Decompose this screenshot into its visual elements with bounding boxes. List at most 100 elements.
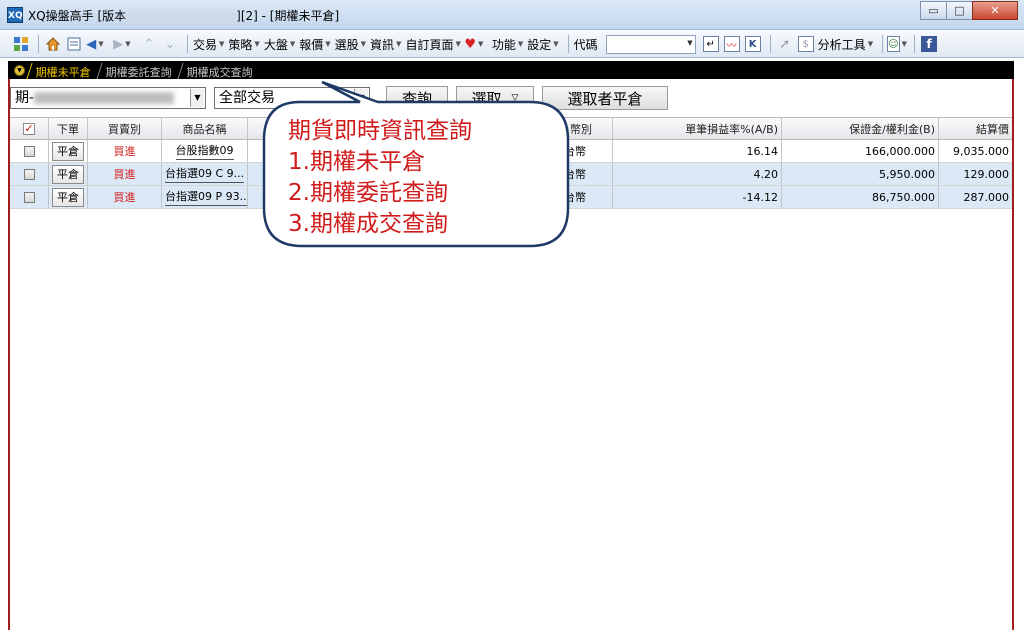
menu-label: 分析工具 <box>817 37 866 52</box>
account-select[interactable]: 期- ▼ <box>10 87 206 109</box>
tab-open-positions[interactable]: 期權未平倉 <box>26 63 102 79</box>
col-margin[interactable]: 保證金/權利金(B) <box>782 118 939 139</box>
minimize-button[interactable]: ▭ <box>920 1 947 20</box>
close-position-button[interactable]: 平倉 <box>52 164 84 184</box>
tab-label: 期權委託查詢 <box>105 66 172 79</box>
menu-label: 策略 <box>228 37 253 52</box>
menu-function[interactable]: 功能 ▼ <box>492 36 523 53</box>
checkmark-icon: ✓ <box>23 121 35 135</box>
ratio-cell: 4.20 <box>613 163 782 185</box>
product-name: 台指選09 C 9... <box>165 165 245 183</box>
callout-item: 1.期權未平倉 <box>288 149 425 175</box>
window-controls: ▭ □ ✕ <box>920 1 1018 21</box>
chevron-down-icon[interactable]: ▼ <box>687 39 692 47</box>
toolbar-separator <box>769 35 771 53</box>
chart-icon[interactable]: 〰 <box>723 35 741 53</box>
chevron-down-icon: ▼ <box>455 40 461 48</box>
cursor-icon[interactable]: ➚ <box>776 35 794 53</box>
triangle-down-icon: ▽ <box>511 93 519 103</box>
product-name: 台股指數09 <box>175 142 234 160</box>
app-logo-icon: XQ <box>7 7 23 23</box>
menu-label: 資訊 <box>370 37 395 52</box>
enter-icon[interactable]: ↵ <box>702 35 720 53</box>
select-button[interactable]: 選取 ▽ <box>456 86 534 110</box>
col-order[interactable]: 下單 <box>49 118 88 139</box>
col-settle[interactable]: 結算價 <box>939 118 1012 139</box>
account-prefix: 期- <box>15 90 35 106</box>
facebook-icon[interactable]: f <box>920 35 938 53</box>
chevron-down-icon: ▼ <box>289 40 296 48</box>
toolbar-separator <box>914 35 916 53</box>
forward-arrow-icon[interactable]: ▶ ▼ <box>113 35 131 53</box>
menu-quote[interactable]: 報價 ▼ <box>299 36 330 53</box>
menu-trade[interactable]: 交易 ▼ <box>193 36 224 53</box>
scroll-down-icon[interactable]: ⌄ <box>161 35 179 53</box>
product-cell: 台指選09 P 93... <box>162 186 248 208</box>
menu-label: 選股 <box>334 37 359 52</box>
scroll-up-icon[interactable]: ⌃ <box>140 35 158 53</box>
col-currency[interactable]: 幣別 <box>550 118 613 139</box>
menu-market[interactable]: 大盤 ▼ <box>264 36 295 53</box>
tab-order-query[interactable]: 期權委託查詢 <box>96 63 183 79</box>
k-line-icon[interactable]: K <box>744 35 762 53</box>
select-button-label: 選取 <box>471 89 502 108</box>
dollar-icon[interactable]: $ <box>797 35 815 53</box>
back-arrow-icon[interactable]: ◀ ▼ <box>86 35 104 53</box>
menu-analysis-tools[interactable]: 分析工具 ▼ <box>818 36 873 53</box>
chevron-down-icon: ▼ <box>553 40 559 48</box>
chevron-down-icon[interactable]: ▼ <box>354 89 368 107</box>
select-all-checkbox[interactable]: ✓ <box>10 118 49 139</box>
callout-item: 3.期權成交查詢 <box>288 211 448 237</box>
col-product[interactable]: 商品名稱 <box>162 118 248 139</box>
table-row[interactable]: 平倉 買進 台股指數09 新台幣 16.14 166,000.000 9,035… <box>10 140 1012 163</box>
query-button[interactable]: 查詢 <box>386 86 448 110</box>
tab-menu-icon[interactable]: ▼ <box>14 65 25 76</box>
table-header: ✓ 下單 買賣別 商品名稱 幣別 單筆損益率%(A/B) 保證金/權利金(B) … <box>10 117 1012 140</box>
callout-title: 期貨即時資訊查詢 <box>288 118 472 144</box>
product-cell: 台指選09 C 9... <box>162 163 248 185</box>
tab-label: 期權未平倉 <box>35 66 91 79</box>
layout-grid-icon[interactable] <box>12 35 30 53</box>
product-cell: 台股指數09 <box>162 140 248 162</box>
code-input[interactable]: ▼ <box>605 34 696 54</box>
row-checkbox[interactable] <box>10 163 49 185</box>
close-button[interactable]: ✕ <box>972 1 1018 20</box>
menu-settings[interactable]: 設定 ▼ <box>527 36 558 53</box>
toolbar-separator <box>567 35 569 53</box>
menu-stock-select[interactable]: 選股 ▼ <box>335 36 366 53</box>
settle-cell: 9,035.000 <box>953 144 1009 158</box>
side-cell: 買進 <box>88 163 162 185</box>
menu-label: 交易 <box>193 37 218 52</box>
user-icon[interactable]: ☺ ▼ <box>887 35 907 53</box>
settle-cell: 287.000 <box>963 190 1010 204</box>
close-position-button[interactable]: 平倉 <box>52 187 84 207</box>
callout-content: 期貨即時資訊查詢 1.期權未平倉 2.期權委託查詢 3.期權成交查詢 <box>288 116 472 240</box>
window-title-suffix: ][2] - [期權未平倉] <box>236 9 340 23</box>
trade-filter-select[interactable]: 全部交易 ▼ <box>214 87 370 109</box>
currency-cell: 新台幣 <box>550 186 613 208</box>
maximize-button[interactable]: □ <box>946 1 973 20</box>
col-side[interactable]: 買賣別 <box>88 118 162 139</box>
table-row[interactable]: 平倉 買進 台指選09 C 9... 新台幣 4.20 5,950.000 12… <box>10 163 1012 186</box>
tab-trade-query[interactable]: 期權成交查詢 <box>177 63 264 79</box>
document-icon[interactable] <box>65 35 83 53</box>
menu-custom-page[interactable]: 自訂頁面 ▼ <box>405 36 460 53</box>
menu-info[interactable]: 資訊 ▼ <box>370 36 401 53</box>
chevron-down-icon: ▼ <box>867 40 874 48</box>
favorites-heart-icon[interactable]: ♥ ▼ <box>464 35 483 53</box>
chevron-down-icon[interactable]: ▼ <box>190 89 204 107</box>
chevron-down-icon: ▼ <box>219 40 225 48</box>
col-ratio[interactable]: 單筆損益率%(A/B) <box>613 118 782 139</box>
menu-strategy[interactable]: 策略 ▼ <box>228 36 259 53</box>
close-position-button[interactable]: 平倉 <box>52 141 84 161</box>
code-label: 代碼 <box>573 37 598 52</box>
select-close-button[interactable]: 選取者平倉 <box>542 86 668 110</box>
close-position-button-cell: 平倉 <box>49 186 88 208</box>
window-title: XQ操盤高手 [版本][2] - [期權未平倉] <box>28 7 339 24</box>
row-checkbox[interactable] <box>10 186 49 208</box>
table-row[interactable]: 平倉 買進 台指選09 P 93... 新台幣 -14.12 86,750.00… <box>10 186 1012 209</box>
ratio-cell: -14.12 <box>613 186 782 208</box>
home-icon[interactable] <box>44 35 62 53</box>
row-checkbox[interactable] <box>10 140 49 162</box>
currency-cell: 新台幣 <box>550 163 613 185</box>
